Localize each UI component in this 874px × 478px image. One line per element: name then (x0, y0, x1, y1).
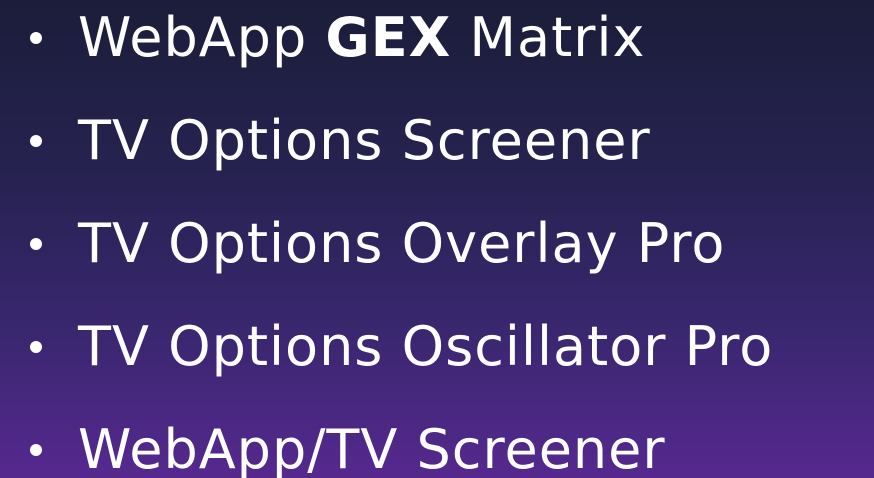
list-item-tv-options-screener: TV Options Screener (30, 101, 651, 181)
list-item-webapp-gex-matrix: WebApp GEX Matrix (30, 0, 645, 78)
bullet-icon (30, 341, 42, 353)
feature-list: WebApp GEX Matrix TV Options Screener TV… (0, 0, 874, 478)
list-item-tv-options-oscillator-pro: TV Options Oscillator Pro (30, 307, 773, 387)
label-prefix: WebApp (78, 6, 326, 69)
list-item-webapp-tv-screener: WebApp/TV Screener (30, 410, 666, 478)
bullet-icon (30, 238, 42, 250)
list-item-tv-options-overlay-pro: TV Options Overlay Pro (30, 204, 725, 284)
list-item-label: WebApp/TV Screener (78, 418, 666, 478)
list-item-label: WebApp GEX Matrix (78, 11, 645, 65)
bullet-icon (30, 135, 42, 147)
list-item-label: TV Options Overlay Pro (78, 212, 726, 275)
label-suffix: Matrix (451, 6, 646, 69)
label-bold: GEX (325, 6, 452, 69)
list-item-label: TV Options Screener (78, 109, 651, 172)
list-item-label: TV Options Oscillator Pro (78, 315, 774, 378)
bullet-icon (30, 32, 42, 44)
bullet-icon (30, 444, 42, 456)
